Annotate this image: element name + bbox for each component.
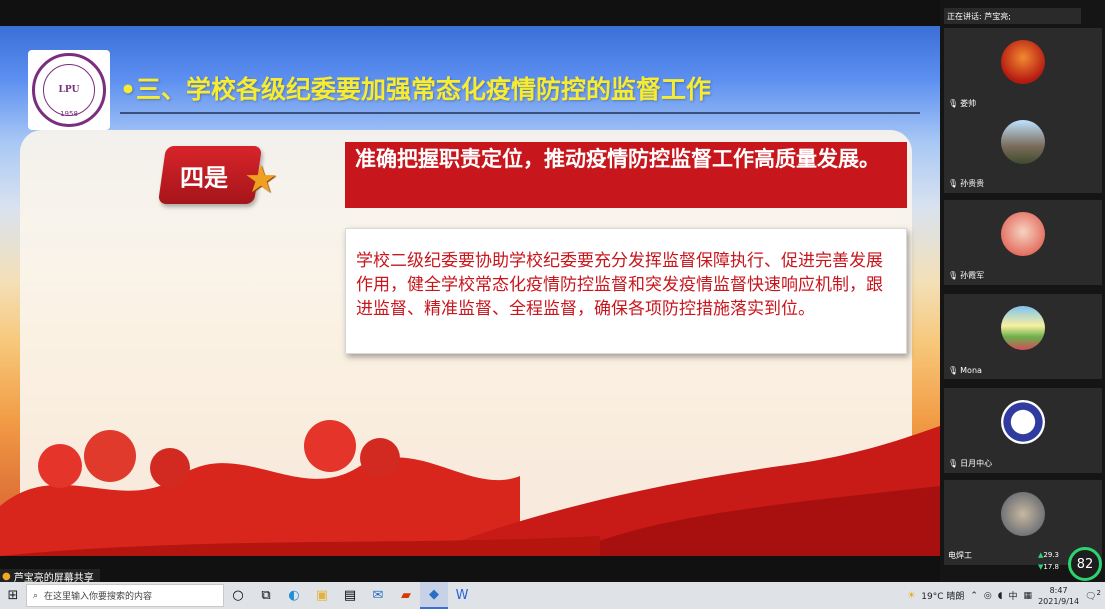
screen-share-label: ● 芦宝亮的屏幕共享 bbox=[0, 569, 100, 584]
participant-name: 孙霞军 bbox=[960, 271, 985, 280]
network-icon[interactable]: ◎ bbox=[984, 591, 992, 601]
grid-icon[interactable]: ▦ bbox=[1024, 591, 1033, 601]
wps-icon[interactable]: W bbox=[448, 582, 476, 609]
store-icon[interactable]: ▤ bbox=[336, 582, 364, 609]
notification-icon[interactable]: 🗨2 bbox=[1085, 589, 1101, 602]
participant-name: 电焊工 bbox=[948, 551, 972, 560]
chevron-up-icon[interactable]: ⌃ bbox=[970, 591, 978, 601]
muted-mic-icon: 🎙 bbox=[948, 179, 959, 188]
decorative-clouds-ribbon bbox=[0, 420, 940, 556]
university-logo: LPU 1958 bbox=[28, 50, 110, 130]
avatar bbox=[1001, 40, 1045, 84]
participant-tile[interactable]: 🎙 Mona bbox=[944, 294, 1102, 379]
windows-taskbar: ⊞ ⌕ 在这里输入你要搜索的内容 ○ ⧉ ◐ ▣ ▤ ✉ ▰ ◆ W ☀ 19°… bbox=[0, 582, 1105, 609]
participant-tile[interactable]: 🎙 孙贵贵 bbox=[944, 108, 1102, 193]
muted-mic-icon: 🎙 bbox=[948, 99, 959, 108]
ime-indicator[interactable]: 中 bbox=[1009, 589, 1018, 602]
edge-icon[interactable]: ◐ bbox=[280, 582, 308, 609]
slide-title-row: LPU 1958 •三、学校各级纪委要加强常态化疫情防控的监督工作 bbox=[28, 50, 920, 130]
badge-label: 四是 bbox=[180, 164, 228, 192]
person-icon: ● bbox=[2, 570, 11, 582]
network-stats: ▲29.3 ▼17.8 bbox=[1038, 551, 1059, 571]
participant-name: 孙贵贵 bbox=[960, 179, 985, 188]
avatar bbox=[1001, 212, 1045, 256]
meeting-bottom-bar bbox=[0, 556, 940, 582]
search-icon: ⌕ bbox=[33, 590, 39, 601]
avatar bbox=[1001, 306, 1045, 350]
volume-icon[interactable]: ◖ bbox=[998, 591, 1003, 601]
search-placeholder: 在这里输入你要搜索的内容 bbox=[44, 592, 153, 602]
download-speed: 17.8 bbox=[1043, 563, 1059, 571]
taskbar-search[interactable]: ⌕ 在这里输入你要搜索的内容 bbox=[26, 584, 224, 607]
windows-start-icon[interactable]: ⊞ bbox=[0, 582, 26, 609]
participant-name: Mona bbox=[960, 366, 982, 375]
slide-title: •三、学校各级纪委要加强常态化疫情防控的监督工作 bbox=[120, 75, 711, 104]
shared-slide: LPU 1958 •三、学校各级纪委要加强常态化疫情防控的监督工作 四是 ★ 准… bbox=[0, 26, 940, 556]
file-explorer-icon[interactable]: ▣ bbox=[308, 582, 336, 609]
cortana-icon[interactable]: ○ bbox=[224, 582, 252, 609]
participant-name: 日月中心 bbox=[960, 459, 993, 468]
weather-icon: ☀ bbox=[907, 590, 916, 601]
avatar bbox=[1001, 120, 1045, 164]
clock-time: 8:47 bbox=[1049, 585, 1068, 595]
logo-year: 1958 bbox=[60, 110, 78, 118]
speaking-indicator: 正在讲话: 芦宝亮; bbox=[944, 8, 1081, 24]
mail-icon[interactable]: ✉ bbox=[364, 582, 392, 609]
section-heading: 准确把握职责定位，推动疫情防控监督工作高质量发展。 bbox=[345, 142, 907, 208]
performance-meter[interactable]: 82 bbox=[1068, 547, 1102, 581]
participant-tile[interactable]: 🎙 孙霞军 bbox=[944, 200, 1102, 285]
muted-mic-icon: 🎙 bbox=[948, 459, 959, 468]
system-tray: ☀ 19°C 晴朗 ⌃ ◎ ◖ 中 ▦ 8:47 2021/9/14 🗨2 bbox=[907, 582, 1101, 609]
meeting-app-icon[interactable]: ◆ bbox=[420, 582, 448, 609]
notification-count: 2 bbox=[1096, 589, 1101, 597]
task-view-icon[interactable]: ⧉ bbox=[252, 582, 280, 609]
upload-speed: 29.3 bbox=[1043, 551, 1059, 559]
title-divider bbox=[120, 112, 920, 114]
clock-date: 2021/9/14 bbox=[1038, 596, 1080, 606]
section-body: 学校二级纪委要协助学校纪委要充分发挥监督保障执行、促进完善发展作用，健全学校常态… bbox=[345, 228, 907, 354]
star-icon: ★ bbox=[244, 157, 279, 201]
avatar bbox=[1001, 400, 1045, 444]
meeting-top-bar bbox=[0, 0, 940, 26]
participant-tile[interactable]: 🎙 娄帅 bbox=[944, 28, 1102, 113]
section-badge: 四是 ★ bbox=[157, 146, 278, 204]
muted-mic-icon: 🎙 bbox=[948, 271, 959, 280]
muted-mic-icon: 🎙 bbox=[948, 366, 959, 375]
office-icon[interactable]: ▰ bbox=[392, 582, 420, 609]
logo-mark: LPU bbox=[43, 64, 95, 116]
weather-text[interactable]: 19°C 晴朗 bbox=[921, 589, 964, 602]
participant-tile[interactable]: 🎙 日月中心 bbox=[944, 388, 1102, 473]
avatar bbox=[1001, 492, 1045, 536]
clock[interactable]: 8:47 2021/9/14 bbox=[1038, 585, 1079, 607]
